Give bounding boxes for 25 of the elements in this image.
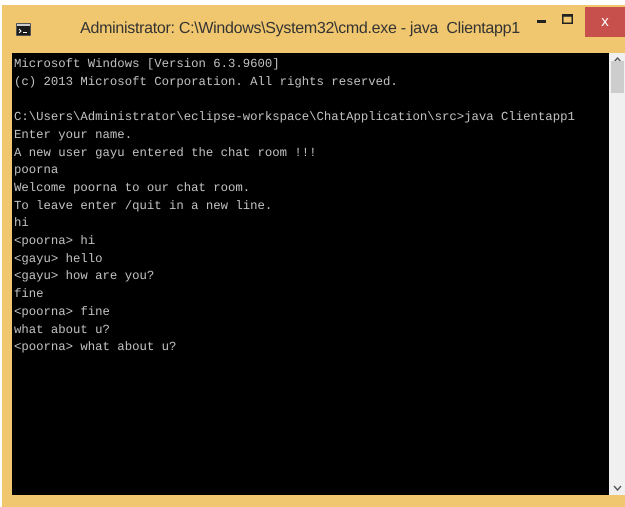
console-line: hi (14, 215, 29, 232)
console-line: <poorna> what about u? (14, 339, 176, 356)
console-line: Welcome poorna to our chat room. (14, 180, 250, 197)
console-line: what about u? (14, 322, 110, 339)
scroll-thumb[interactable] (610, 61, 624, 93)
console-line: fine (14, 286, 44, 304)
console-line: Enter your name. (14, 126, 132, 144)
console-line: <poorna> fine (14, 304, 110, 321)
scrollbar[interactable] (609, 53, 625, 495)
scroll-up-icon[interactable] (612, 57, 622, 63)
console-line: C:\Users\Administrator\eclipse-workspace\ChatApplication\src>java Clientapp1 (14, 109, 575, 126)
console-line: (c) 2013 Microsoft Corporation. All rights reserved. (14, 74, 398, 91)
console-line: A new user gayu entered the chat room !!! (14, 144, 317, 162)
console-line: To leave enter /quit in a new line. (14, 198, 272, 215)
scroll-down-icon[interactable] (612, 485, 622, 491)
window-title: Administrator: C:\Windows\System32\cmd.exe - java Clientapp1 (80, 19, 520, 39)
console-line: Microsoft Windows [Version 6.3.9600] (14, 56, 280, 73)
console-line: <poorna> hi (14, 233, 96, 250)
minimize-icon[interactable] (536, 20, 546, 22)
console-icon (16, 22, 31, 36)
maximize-icon[interactable] (562, 14, 572, 24)
close-button[interactable]: x (585, 7, 625, 37)
console-line: <gayu> hello (14, 250, 103, 268)
console-line: poorna (14, 162, 58, 180)
console-line: <gayu> how are you? (14, 268, 154, 286)
